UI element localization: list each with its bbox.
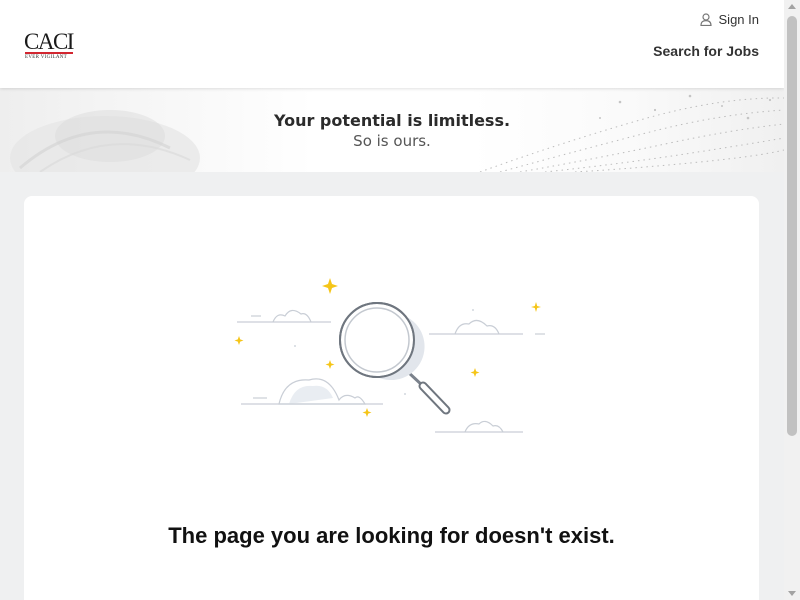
site-header: CACI EVER VIGILANT Sign In Search for Jo… bbox=[0, 0, 784, 88]
scroll-up-arrow-icon[interactable] bbox=[788, 4, 796, 9]
banner-subtitle: So is ours. bbox=[353, 132, 431, 150]
banner-title: Your potential is limitless. bbox=[273, 111, 511, 130]
magnifying-glass-icon bbox=[234, 278, 545, 433]
scroll-down-arrow-icon[interactable] bbox=[788, 591, 796, 596]
banner-background-art bbox=[10, 94, 784, 172]
scrollbar-thumb[interactable] bbox=[787, 16, 797, 436]
logo-red-rule bbox=[25, 52, 73, 54]
not-found-card: The page you are looking for doesn't exi… bbox=[24, 196, 759, 600]
page: CACI EVER VIGILANT Sign In Search for Jo… bbox=[0, 0, 784, 600]
user-icon bbox=[699, 12, 712, 26]
logo-wordmark: CACI bbox=[24, 29, 74, 54]
sign-in-link[interactable]: Sign In bbox=[699, 11, 759, 27]
sign-in-label: Sign In bbox=[718, 11, 759, 27]
not-found-message: The page you are looking for doesn't exi… bbox=[168, 522, 615, 548]
magnifier-lens bbox=[339, 302, 425, 381]
magnifier-handle bbox=[406, 370, 451, 415]
caci-logo[interactable]: CACI EVER VIGILANT bbox=[24, 30, 76, 62]
hero-banner: Your potential is limitless. So is ours. bbox=[0, 88, 784, 172]
cloud-top-left bbox=[272, 309, 312, 323]
search-for-jobs-link[interactable]: Search for Jobs bbox=[653, 43, 759, 59]
vertical-scrollbar[interactable] bbox=[784, 0, 800, 600]
logo-tagline: EVER VIGILANT bbox=[25, 55, 67, 60]
